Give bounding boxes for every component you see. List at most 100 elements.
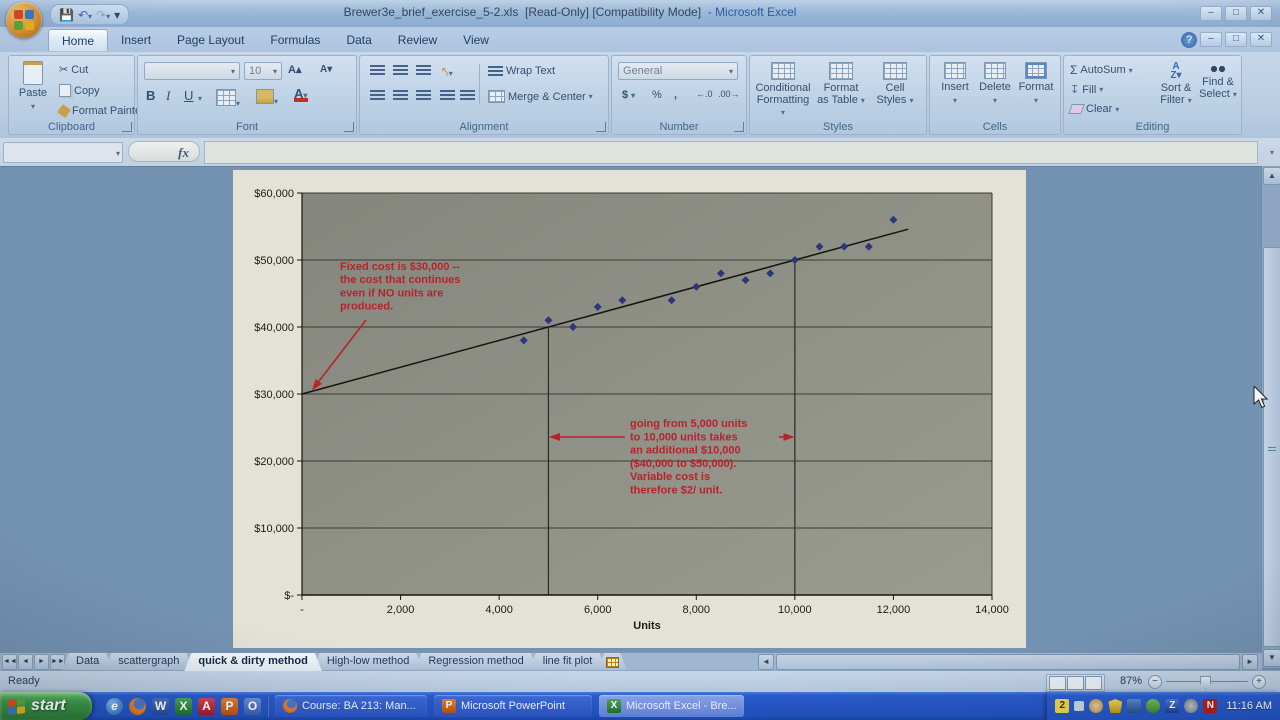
office-button[interactable] (6, 2, 42, 38)
vertical-scrollbar[interactable]: ▲ ▼ (1261, 166, 1280, 668)
formula-bar-expand-icon[interactable]: ▾ (1270, 148, 1274, 157)
y-axis-label[interactable]: $50,000 (254, 255, 294, 267)
page-layout-view-button[interactable] (1067, 676, 1084, 690)
last-sheet-button[interactable]: ►► (50, 654, 65, 670)
x-axis-label[interactable]: 8,000 (683, 604, 711, 616)
formula-input[interactable] (204, 141, 1258, 164)
name-box-dropdown-icon[interactable]: ▾ (116, 149, 120, 158)
font-size-combo[interactable]: 10▾ (244, 62, 282, 80)
restore-button[interactable]: □ (1225, 6, 1247, 21)
tray-globe-icon[interactable] (1089, 699, 1103, 713)
tab-review[interactable]: Review (385, 29, 450, 51)
cell-styles-button[interactable]: CellStyles ▾ (870, 62, 920, 107)
ie-icon[interactable]: e (106, 698, 123, 715)
scatter-chart[interactable]: $-$10,000$20,000$30,000$40,000$50,000$60… (233, 170, 1026, 648)
scroll-up-button[interactable]: ▲ (1263, 167, 1280, 185)
horizontal-scrollbar-thumb[interactable] (776, 654, 1240, 670)
insert-worksheet-tab[interactable] (597, 653, 627, 671)
tray-norton-icon[interactable]: N (1203, 699, 1217, 713)
percent-style-button[interactable]: % (652, 89, 662, 101)
merge-center-button[interactable]: Merge & Center▾ (488, 90, 593, 103)
scroll-right-button[interactable]: ► (1242, 654, 1258, 670)
prev-sheet-button[interactable]: ◄ (18, 654, 33, 670)
workbook-restore-button[interactable]: □ (1225, 32, 1247, 47)
y-axis-label[interactable]: $20,000 (254, 456, 294, 468)
grow-font-button[interactable]: A▴ (288, 63, 301, 76)
powerpoint-icon[interactable]: P (221, 698, 238, 715)
delete-cells-button[interactable]: Delete▾ (976, 62, 1014, 107)
shrink-font-button[interactable]: A▾ (320, 64, 332, 75)
align-middle-icon[interactable] (393, 65, 408, 76)
task-button-excel[interactable]: X Microsoft Excel - Bre... (599, 695, 744, 717)
decrease-indent-icon[interactable] (440, 90, 455, 101)
x-axis-label[interactable]: 10,000 (778, 604, 812, 616)
zoom-in-button[interactable]: + (1252, 675, 1266, 689)
format-cells-button[interactable]: Format▾ (1016, 62, 1056, 107)
fill-button[interactable]: ↧Fill▾ (1070, 83, 1103, 96)
zoom-slider-thumb[interactable] (1200, 676, 1211, 689)
tab-insert[interactable]: Insert (108, 29, 164, 51)
align-center-icon[interactable] (393, 90, 408, 101)
align-top-icon[interactable] (370, 65, 385, 76)
bold-button[interactable]: B (146, 88, 155, 103)
zoom-level[interactable]: 87% (1120, 675, 1142, 687)
borders-button[interactable]: ▾ (216, 89, 240, 111)
align-bottom-icon[interactable] (416, 65, 431, 76)
tab-page-layout[interactable]: Page Layout (164, 29, 257, 51)
underline-dropdown[interactable]: ▾ (198, 94, 202, 103)
clipboard-dialog-launcher[interactable] (122, 122, 132, 132)
x-axis-label[interactable]: 14,000 (975, 604, 1009, 616)
x-axis-label[interactable]: 12,000 (877, 604, 911, 616)
autosum-button[interactable]: ΣAutoSum▾ (1070, 63, 1133, 77)
sheet-tab-regression-method[interactable]: Regression method (414, 653, 537, 671)
comma-style-button[interactable]: , (674, 89, 677, 101)
clear-button[interactable]: Clear▾ (1070, 103, 1119, 115)
fill-color-button[interactable]: ▾ (256, 89, 278, 109)
insert-cells-button[interactable]: Insert▾ (936, 62, 974, 107)
tab-formulas[interactable]: Formulas (257, 29, 333, 51)
alignment-dialog-launcher[interactable] (596, 122, 606, 132)
zoom-out-button[interactable]: − (1148, 675, 1162, 689)
task-button-firefox-course[interactable]: Course: BA 213: Man... (275, 695, 427, 717)
word-icon[interactable]: W (152, 698, 169, 715)
tray-antivirus-icon[interactable] (1146, 699, 1160, 713)
tab-home[interactable]: Home (48, 29, 108, 51)
help-icon[interactable]: ? (1181, 32, 1197, 48)
wrap-text-button[interactable]: Wrap Text (488, 65, 555, 77)
accounting-format-button[interactable]: $▾ (622, 89, 635, 101)
x-axis-label[interactable]: 2,000 (387, 604, 415, 616)
x-axis-label[interactable]: 6,000 (584, 604, 612, 616)
tab-view[interactable]: View (450, 29, 502, 51)
normal-view-button[interactable] (1049, 676, 1066, 690)
font-color-button[interactable]: A▾ (294, 86, 308, 102)
tray-window-icon[interactable] (1074, 701, 1084, 711)
number-dialog-launcher[interactable] (734, 122, 744, 132)
y-axis-label[interactable]: $- (284, 590, 294, 602)
start-button[interactable]: start (0, 692, 92, 720)
scroll-left-button[interactable]: ◄ (758, 654, 774, 670)
align-left-icon[interactable] (370, 90, 385, 101)
y-axis-label[interactable]: $10,000 (254, 523, 294, 535)
horizontal-scrollbar[interactable]: ◄ ► (758, 654, 1258, 670)
format-painter-button[interactable]: Format Painter (59, 105, 145, 117)
acrobat-icon[interactable]: A (198, 698, 215, 715)
next-sheet-button[interactable]: ► (34, 654, 49, 670)
workbook-minimize-button[interactable]: – (1200, 32, 1222, 47)
number-format-combo[interactable]: General▾ (618, 62, 738, 80)
first-sheet-button[interactable]: ◄◄ (2, 654, 17, 670)
task-button-powerpoint[interactable]: P Microsoft PowerPoint (434, 695, 592, 717)
sort-filter-button[interactable]: AZ▾ Sort &Filter ▾ (1156, 62, 1196, 107)
font-dialog-launcher[interactable] (344, 122, 354, 132)
find-select-button[interactable]: Find &Select ▾ (1198, 62, 1238, 101)
paste-button[interactable]: Paste▾ (14, 61, 52, 113)
vertical-scrollbar-thumb[interactable] (1263, 247, 1280, 647)
y-axis-label[interactable]: $40,000 (254, 322, 294, 334)
format-as-table-button[interactable]: Formatas Table ▾ (814, 62, 868, 107)
font-name-combo[interactable]: ▾ (144, 62, 240, 80)
insert-function-button[interactable]: fx (128, 141, 200, 162)
copy-button[interactable]: Copy (59, 84, 100, 97)
chart-object[interactable]: $-$10,000$20,000$30,000$40,000$50,000$60… (233, 170, 1026, 648)
orientation-button[interactable]: ⤣▾ (442, 63, 453, 81)
firefox-icon[interactable] (129, 698, 146, 715)
close-button[interactable]: ✕ (1250, 6, 1272, 21)
